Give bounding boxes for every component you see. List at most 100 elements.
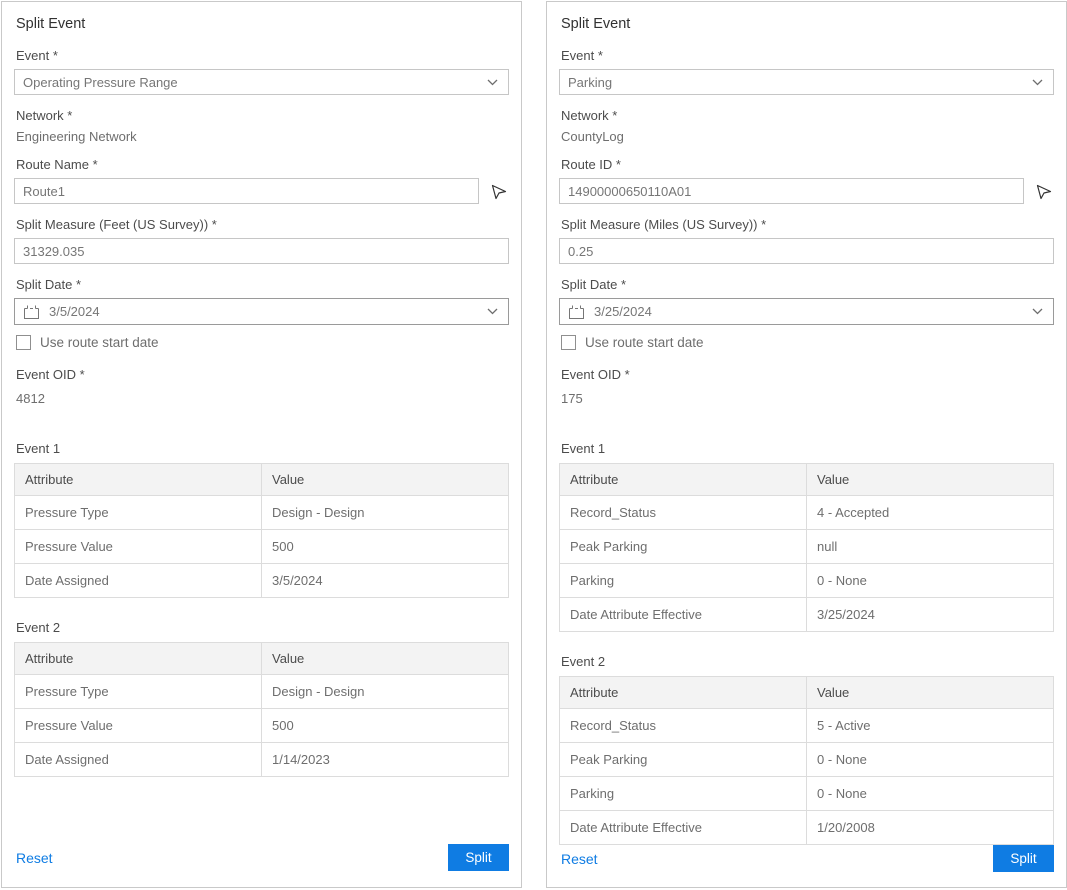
network-value: CountyLog [561, 129, 1054, 144]
date-value: 3/25/2024 [594, 304, 652, 319]
event-select-value: Parking [568, 75, 612, 90]
event-oid-value: 4812 [16, 391, 509, 406]
value-cell: 3/5/2024 [262, 564, 509, 598]
value-cell: Design - Design [262, 496, 509, 530]
route-label: Route Name * [16, 157, 509, 172]
attribute-cell: Record_Status [560, 496, 807, 530]
attribute-cell: Pressure Type [15, 496, 262, 530]
chevron-down-icon [1032, 308, 1043, 315]
date-label: Split Date * [16, 277, 509, 292]
use-route-start-date-label: Use route start date [585, 335, 704, 350]
measure-input[interactable] [559, 238, 1054, 264]
oid-field-group: Event OID * 4812 [14, 367, 509, 406]
table-row: Date Assigned 1/14/2023 [15, 743, 509, 777]
calendar-icon [23, 304, 40, 320]
event-select-value: Operating Pressure Range [23, 75, 178, 90]
table-row: Date Attribute Effective 1/20/2008 [560, 811, 1054, 845]
event-2-title: Event 2 [561, 654, 1054, 669]
value-cell: 4 - Accepted [807, 496, 1054, 530]
network-label: Network * [561, 108, 1054, 123]
event-2-table: Attribute Value Pressure Type Design - D… [14, 642, 509, 777]
event-2-table: Attribute Value Record_Status 5 - Active… [559, 676, 1054, 845]
oid-field-group: Event OID * 175 [559, 367, 1054, 406]
event-label: Event * [561, 48, 1054, 63]
value-cell: 3/25/2024 [807, 598, 1054, 632]
use-route-start-date-row: Use route start date [561, 335, 1054, 350]
event-1-table: Attribute Value Pressure Type Design - D… [14, 463, 509, 598]
value-cell: 0 - None [807, 777, 1054, 811]
value-header: Value [807, 677, 1054, 709]
table-row: Date Assigned 3/5/2024 [15, 564, 509, 598]
attribute-cell: Date Assigned [15, 564, 262, 598]
page-title: Split Event [561, 16, 1054, 32]
attribute-header: Attribute [560, 464, 807, 496]
chevron-down-icon [487, 79, 498, 86]
value-cell: 1/20/2008 [807, 811, 1054, 845]
event-select[interactable]: Parking [559, 69, 1054, 95]
measure-label: Split Measure (Miles (US Survey)) * [561, 217, 1054, 232]
value-cell: 500 [262, 530, 509, 564]
network-field-group: Network * CountyLog [559, 108, 1054, 144]
split-event-panels: Split Event Event * Operating Pressure R… [0, 0, 1067, 888]
table-row: Record_Status 4 - Accepted [560, 496, 1054, 530]
date-label: Split Date * [561, 277, 1054, 292]
route-input[interactable] [14, 178, 479, 204]
route-input[interactable] [559, 178, 1024, 204]
attribute-cell: Date Attribute Effective [560, 811, 807, 845]
select-route-arrow-icon[interactable] [1032, 180, 1054, 202]
attribute-cell: Parking [560, 777, 807, 811]
attribute-cell: Record_Status [560, 709, 807, 743]
value-header: Value [807, 464, 1054, 496]
measure-input[interactable] [14, 238, 509, 264]
table-row: Pressure Type Design - Design [15, 496, 509, 530]
event-oid-label: Event OID * [561, 367, 1054, 382]
split-button[interactable]: Split [993, 845, 1054, 872]
value-cell: 5 - Active [807, 709, 1054, 743]
event-1-title: Event 1 [561, 441, 1054, 456]
calendar-icon [568, 304, 585, 320]
attribute-cell: Pressure Value [15, 530, 262, 564]
use-route-start-date-checkbox[interactable] [561, 335, 576, 350]
network-field-group: Network * Engineering Network [14, 108, 509, 144]
reset-link[interactable]: Reset [16, 850, 53, 866]
panel-footer: Reset Split [14, 844, 509, 875]
split-event-panel-left: Split Event Event * Operating Pressure R… [1, 1, 522, 888]
use-route-start-date-checkbox[interactable] [16, 335, 31, 350]
panel-footer: Reset Split [559, 845, 1054, 876]
value-header: Value [262, 464, 509, 496]
attribute-header: Attribute [15, 464, 262, 496]
event-select[interactable]: Operating Pressure Range [14, 69, 509, 95]
value-cell: 500 [262, 709, 509, 743]
table-row: Peak Parking null [560, 530, 1054, 564]
attribute-cell: Date Assigned [15, 743, 262, 777]
value-cell: 0 - None [807, 743, 1054, 777]
measure-field-group: Split Measure (Miles (US Survey)) * [559, 217, 1054, 264]
attribute-cell: Date Attribute Effective [560, 598, 807, 632]
select-route-arrow-icon[interactable] [487, 180, 509, 202]
attribute-cell: Pressure Type [15, 675, 262, 709]
value-header: Value [262, 643, 509, 675]
table-row: Pressure Type Design - Design [15, 675, 509, 709]
date-picker[interactable]: 3/5/2024 [14, 298, 509, 325]
date-picker[interactable]: 3/25/2024 [559, 298, 1054, 325]
table-row: Pressure Value 500 [15, 530, 509, 564]
date-field-group: Split Date * 3/25/2024 [559, 277, 1054, 325]
table-row: Peak Parking 0 - None [560, 743, 1054, 777]
event-label: Event * [16, 48, 509, 63]
event-2-title: Event 2 [16, 620, 509, 635]
reset-link[interactable]: Reset [561, 851, 598, 867]
split-button[interactable]: Split [448, 844, 509, 871]
route-field-group: Route Name * [14, 157, 509, 204]
route-label: Route ID * [561, 157, 1054, 172]
event-oid-value: 175 [561, 391, 1054, 406]
event-1-title: Event 1 [16, 441, 509, 456]
attribute-header: Attribute [560, 677, 807, 709]
table-row: Record_Status 5 - Active [560, 709, 1054, 743]
date-value: 3/5/2024 [49, 304, 100, 319]
route-field-group: Route ID * [559, 157, 1054, 204]
table-row: Date Attribute Effective 3/25/2024 [560, 598, 1054, 632]
attribute-cell: Parking [560, 564, 807, 598]
value-cell: 1/14/2023 [262, 743, 509, 777]
attribute-cell: Pressure Value [15, 709, 262, 743]
value-cell: null [807, 530, 1054, 564]
